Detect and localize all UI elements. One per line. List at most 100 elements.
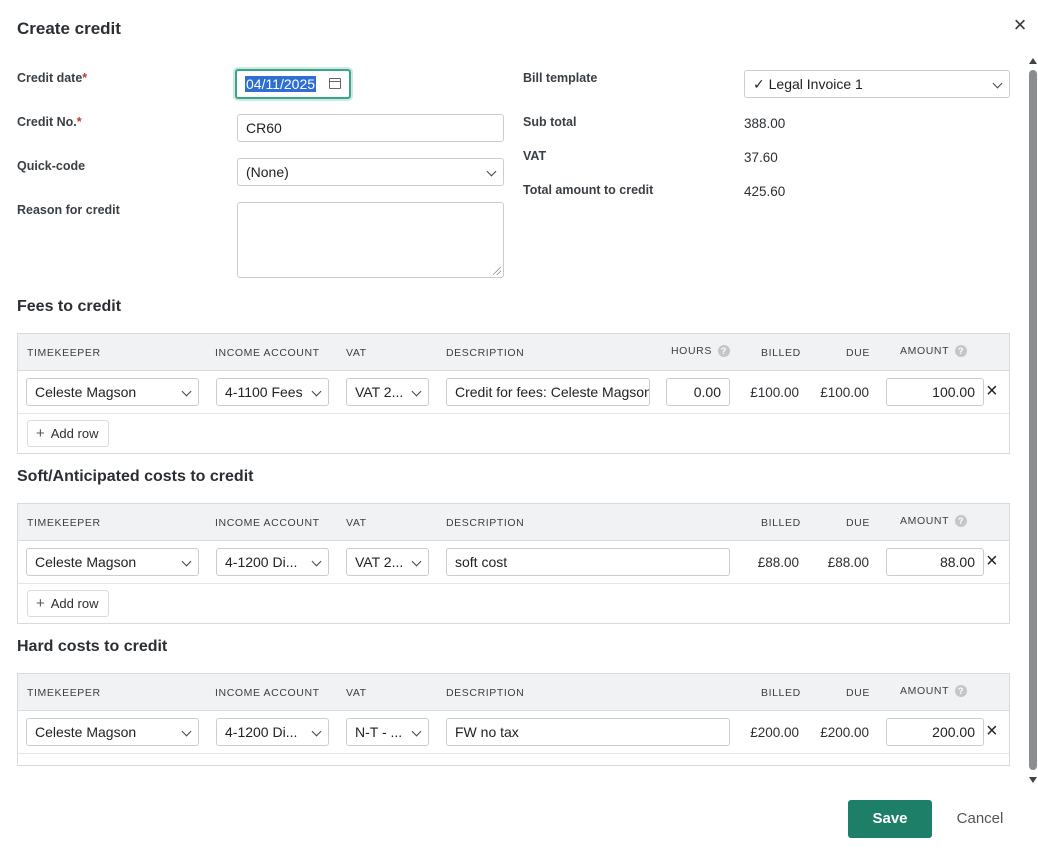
- help-icon[interactable]: ?: [955, 515, 968, 528]
- soft-amount-input[interactable]: 88.00: [886, 548, 984, 576]
- row-divider: [18, 413, 1009, 414]
- hard-vat-select[interactable]: N-T - ...: [346, 718, 429, 746]
- vat-label: VAT: [523, 149, 547, 163]
- soft-vat-value: VAT 2...: [355, 554, 404, 570]
- soft-due-value: £88.00: [827, 555, 869, 570]
- col-timekeeper: TIMEKEEPER: [27, 347, 101, 359]
- resize-handle[interactable]: [493, 267, 501, 275]
- col-billed: BILLED: [761, 687, 801, 699]
- help-icon[interactable]: ?: [955, 345, 968, 358]
- chevron-down-icon: [181, 386, 192, 397]
- fees-description-input[interactable]: Credit for fees: Celeste Magson: [446, 378, 650, 406]
- vat-value: 37.60: [744, 150, 778, 165]
- col-billed: BILLED: [761, 347, 801, 359]
- hard-billed-value: £200.00: [750, 725, 799, 740]
- credit-no-input[interactable]: CR60: [237, 114, 504, 142]
- chevron-down-icon: [411, 556, 422, 567]
- fees-table: TIMEKEEPER INCOME ACCOUNT VAT DESCRIPTIO…: [17, 333, 1010, 454]
- col-due: DUE: [846, 517, 870, 529]
- soft-income-account-select[interactable]: 4-1200 Di...: [216, 548, 329, 576]
- col-vat: VAT: [346, 517, 367, 529]
- soft-description-input[interactable]: soft cost: [446, 548, 730, 576]
- save-button[interactable]: Save: [848, 800, 932, 838]
- col-timekeeper: TIMEKEEPER: [27, 517, 101, 529]
- soft-timekeeper-value: Celeste Magson: [35, 554, 137, 570]
- fees-income-account-select[interactable]: 4-1100 Fees: [216, 378, 329, 406]
- fees-vat-select[interactable]: VAT 2...: [346, 378, 429, 406]
- cancel-button[interactable]: Cancel: [950, 800, 1010, 838]
- quick-code-value: (None): [246, 164, 289, 180]
- fees-amount-input[interactable]: 100.00: [886, 378, 984, 406]
- plus-icon: +: [36, 595, 45, 612]
- quick-code-label: Quick-code: [17, 159, 86, 173]
- table-header: TIMEKEEPER INCOME ACCOUNT VAT DESCRIPTIO…: [18, 334, 1009, 371]
- fees-vat-value: VAT 2...: [355, 384, 404, 400]
- hard-costs-section-title: Hard costs to credit: [17, 638, 168, 655]
- table-header: TIMEKEEPER INCOME ACCOUNT VAT DESCRIPTIO…: [18, 504, 1009, 541]
- bill-template-value: ✓ Legal Invoice 1: [753, 76, 863, 92]
- chevron-down-icon: [411, 386, 422, 397]
- sub-total-value: 388.00: [744, 116, 786, 131]
- bill-template-select[interactable]: ✓ Legal Invoice 1: [744, 70, 1010, 98]
- col-due: DUE: [846, 687, 870, 699]
- remove-row-icon[interactable]: ×: [986, 381, 998, 401]
- chevron-down-icon: [992, 78, 1003, 89]
- remove-row-icon[interactable]: ×: [986, 551, 998, 571]
- col-description: DESCRIPTION: [446, 347, 525, 359]
- col-description: DESCRIPTION: [446, 517, 525, 529]
- quick-code-select[interactable]: (None): [237, 158, 504, 186]
- table-header: TIMEKEEPER INCOME ACCOUNT VAT DESCRIPTIO…: [18, 674, 1009, 711]
- close-icon[interactable]: ×: [1008, 14, 1032, 38]
- col-amount: AMOUNT?: [900, 345, 968, 358]
- scroll-down-icon[interactable]: [1029, 777, 1037, 783]
- hard-income-account-select[interactable]: 4-1200 Di...: [216, 718, 329, 746]
- fees-due-value: £100.00: [820, 385, 869, 400]
- row-divider: [18, 583, 1009, 584]
- hard-timekeeper-select[interactable]: Celeste Magson: [26, 718, 199, 746]
- hard-amount-input[interactable]: 200.00: [886, 718, 984, 746]
- fees-timekeeper-select[interactable]: Celeste Magson: [26, 378, 199, 406]
- soft-income-account-value: 4-1200 Di...: [225, 554, 298, 570]
- col-due: DUE: [846, 347, 870, 359]
- hard-description-input[interactable]: FW no tax: [446, 718, 730, 746]
- fees-add-row-button[interactable]: + Add row: [27, 420, 110, 447]
- col-billed: BILLED: [761, 517, 801, 529]
- col-income-account: INCOME ACCOUNT: [215, 347, 320, 359]
- chevron-down-icon: [311, 386, 322, 397]
- soft-billed-value: £88.00: [757, 555, 799, 570]
- soft-timekeeper-select[interactable]: Celeste Magson: [26, 548, 199, 576]
- total-label: Total amount to credit: [523, 183, 654, 197]
- total-value: 425.60: [744, 184, 786, 199]
- col-hours: HOURS?: [671, 345, 730, 358]
- plus-icon: +: [36, 425, 45, 442]
- col-amount: AMOUNT?: [900, 515, 968, 528]
- col-timekeeper: TIMEKEEPER: [27, 687, 101, 699]
- credit-date-input[interactable]: 04/11/2025: [235, 69, 351, 99]
- col-amount: AMOUNT?: [900, 685, 968, 698]
- credit-date-label: Credit date*: [17, 71, 88, 85]
- col-description: DESCRIPTION: [446, 687, 525, 699]
- soft-vat-select[interactable]: VAT 2...: [346, 548, 429, 576]
- chevron-down-icon: [411, 726, 422, 737]
- credit-date-value: 04/11/2025: [245, 76, 317, 92]
- soft-add-row-button[interactable]: + Add row: [27, 590, 110, 617]
- fees-hours-input[interactable]: 0.00: [666, 378, 730, 406]
- fees-section-title: Fees to credit: [17, 298, 122, 315]
- scroll-up-icon[interactable]: [1029, 58, 1037, 64]
- fees-billed-value: £100.00: [750, 385, 799, 400]
- help-icon[interactable]: ?: [717, 345, 730, 358]
- soft-costs-table: TIMEKEEPER INCOME ACCOUNT VAT DESCRIPTIO…: [17, 503, 1010, 624]
- help-icon[interactable]: ?: [955, 685, 968, 698]
- scrollbar[interactable]: [1028, 58, 1038, 783]
- hard-vat-value: N-T - ...: [355, 724, 403, 740]
- col-vat: VAT: [346, 687, 367, 699]
- chevron-down-icon: [311, 726, 322, 737]
- reason-textarea[interactable]: [237, 202, 504, 278]
- hard-costs-table: TIMEKEEPER INCOME ACCOUNT VAT DESCRIPTIO…: [17, 673, 1010, 766]
- remove-row-icon[interactable]: ×: [986, 721, 998, 741]
- calendar-icon[interactable]: [329, 78, 341, 89]
- credit-no-label: Credit No.*: [17, 115, 82, 129]
- row-divider: [18, 753, 1009, 754]
- hard-income-account-value: 4-1200 Di...: [225, 724, 298, 740]
- scrollbar-thumb[interactable]: [1029, 70, 1037, 770]
